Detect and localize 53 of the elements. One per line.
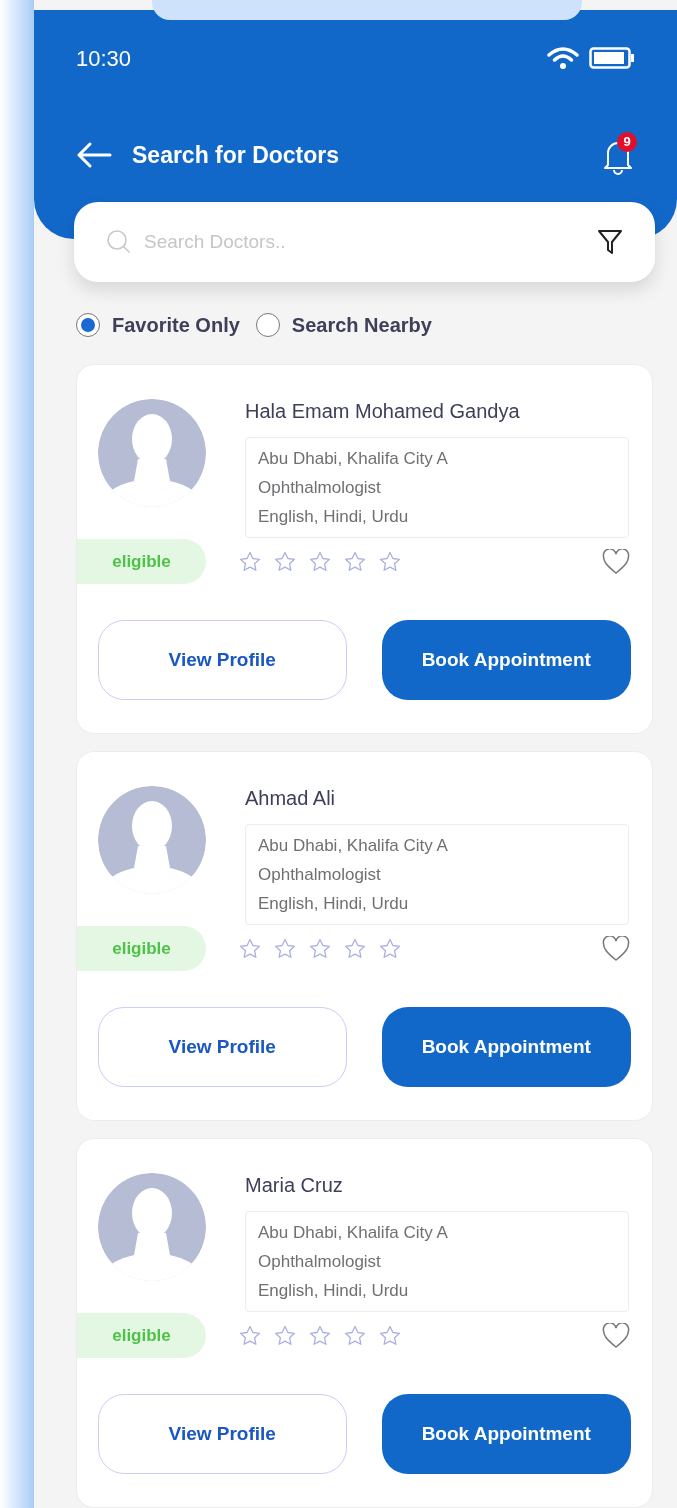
doctor-languages: English, Hindi, Urdu (258, 1280, 410, 1302)
star-icon (308, 549, 332, 574)
notification-badge: 9 (617, 132, 637, 152)
star-icon (343, 1323, 367, 1348)
heart-icon[interactable] (602, 935, 630, 962)
star-icon (273, 936, 297, 961)
radio-button[interactable] (255, 313, 280, 337)
heart-icon[interactable] (602, 1322, 630, 1349)
doctor-languages: English, Hindi, Urdu (258, 506, 410, 528)
doctor-location: Abu Dhabi, Khalifa City A (258, 448, 449, 470)
star-icon (273, 1323, 297, 1348)
search-field[interactable]: Search Doctors.. (74, 202, 655, 282)
view-profile-button[interactable]: View Profile (98, 620, 347, 700)
doctor-name: Hala Emam Mohamed Gandya (245, 399, 521, 424)
doctor-specialty: Ophthalmologist (258, 477, 382, 499)
book-appointment-button[interactable]: Book Appointment (381, 1394, 631, 1474)
star-icon (238, 936, 262, 961)
star-icon (238, 1323, 262, 1348)
radio-label: Search Nearby (291, 313, 432, 338)
doctor-specialty: Ophthalmologist (258, 864, 382, 886)
battery-icon (589, 47, 635, 69)
star-icon (343, 936, 367, 961)
view-profile-button[interactable]: View Profile (98, 1007, 347, 1087)
doctor-specialty: Ophthalmologist (258, 1251, 382, 1273)
star-icon (378, 1323, 402, 1348)
heart-icon[interactable] (602, 548, 630, 575)
doctor-location: Abu Dhabi, Khalifa City A (258, 1222, 449, 1244)
status-time: 10:30 (76, 44, 132, 73)
doctor-name: Ahmad Ali (245, 786, 337, 811)
eligibility-badge: eligible (77, 926, 206, 971)
eligibility-badge: eligible (77, 539, 206, 584)
filter-icon[interactable] (597, 228, 623, 256)
wifi-icon (547, 46, 579, 70)
book-appointment-button[interactable]: Book Appointment (381, 1007, 631, 1087)
doctor-location: Abu Dhabi, Khalifa City A (258, 835, 449, 857)
star-icon (378, 549, 402, 574)
doctor-name: Maria Cruz (245, 1173, 344, 1198)
star-icon (378, 936, 402, 961)
eligibility-badge: eligible (77, 1313, 206, 1358)
search-icon (106, 229, 132, 255)
star-icon (343, 549, 367, 574)
page-title: Search for Doctors (132, 140, 340, 170)
star-icon (238, 549, 262, 574)
star-icon (308, 936, 332, 961)
star-icon (273, 549, 297, 574)
radio-label: Favorite Only (112, 313, 240, 338)
search-input[interactable]: Search Doctors.. (144, 227, 597, 257)
book-appointment-button[interactable]: Book Appointment (381, 620, 631, 700)
star-icon (308, 1323, 332, 1348)
radio-button[interactable] (76, 313, 100, 337)
view-profile-button[interactable]: View Profile (98, 1394, 347, 1474)
back-arrow-icon[interactable] (76, 141, 112, 169)
doctor-languages: English, Hindi, Urdu (258, 893, 410, 915)
